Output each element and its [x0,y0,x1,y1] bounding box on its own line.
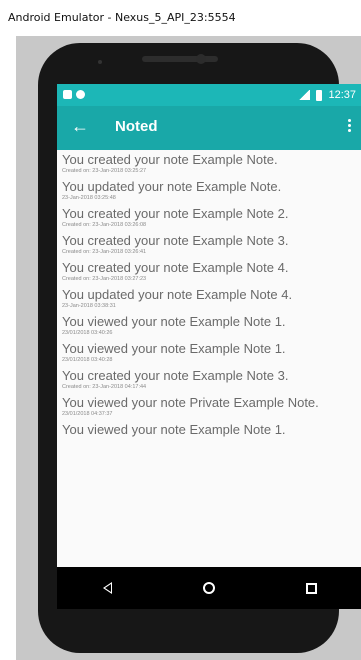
phone-sensor [196,54,206,64]
status-time: 12:37 [328,89,356,101]
window-title: Android Emulator - Nexus_5_API_23:5554 [0,0,361,36]
activity-text: You created your note Example Note. [62,152,278,167]
list-item[interactable]: You updated your note Example Note. 23-J… [57,177,361,204]
status-bar: 12:37 [57,84,361,106]
notification-icon [76,90,85,99]
activity-text: You viewed your note Private Example Not… [62,395,319,410]
activity-text: You updated your note Example Note. [62,179,282,194]
battery-icon [316,89,323,101]
activity-text: You viewed your note Example Note 1. [62,341,286,356]
activity-meta: 23/01/2018 03:40:28 [62,357,113,363]
activity-meta: 23-Jan-2018 03:25:48 [62,195,116,201]
app-title: Noted [115,118,158,135]
list-item[interactable]: You updated your note Example Note 4. 23… [57,285,361,312]
activity-text: You created your note Example Note 3. [62,368,289,383]
list-item[interactable]: You viewed your note Example Note 1. 23/… [57,339,361,366]
activity-text: You viewed your note Example Note 1. [62,314,286,329]
activity-list[interactable]: You created your note Example Note. Crea… [57,150,361,564]
phone-speaker [142,56,218,62]
activity-meta: Created on: 23-Jan-2018 03:26:08 [62,222,147,228]
signal-icon [298,90,311,100]
activity-meta: 23/01/2018 03:40:26 [62,330,113,336]
activity-meta: 23-Jan-2018 03:38:31 [62,303,116,309]
list-item[interactable]: You created your note Example Note 3. Cr… [57,231,361,258]
list-item[interactable]: You viewed your note Example Note 1. [57,420,361,440]
list-item[interactable]: You viewed your note Private Example Not… [57,393,361,420]
phone-camera [98,60,102,64]
list-item[interactable]: You created your note Example Note 2. Cr… [57,204,361,231]
nav-recents-icon[interactable] [305,582,317,594]
list-item[interactable]: You created your note Example Note 4. Cr… [57,258,361,285]
overflow-menu-icon[interactable] [344,117,354,137]
activity-meta: Created on: 23-Jan-2018 03:25:27 [62,168,147,174]
list-item[interactable]: You created your note Example Note 3. Cr… [57,366,361,393]
nav-home-icon[interactable] [202,582,215,594]
list-item[interactable]: You viewed your note Example Note 1. 23/… [57,312,361,339]
activity-text: You created your note Example Note 2. [62,206,289,221]
activity-text: You created your note Example Note 3. [62,233,289,248]
activity-meta: Created on: 23-Jan-2018 03:27:23 [62,276,147,282]
activity-text: You viewed your note Example Note 1. [62,422,286,437]
activity-text: You created your note Example Note 4. [62,260,289,275]
device-screen: 12:37 ← Noted You created your note Exam… [57,84,361,609]
activity-meta: Created on: 23-Jan-2018 03:26:41 [62,249,147,255]
activity-meta: Created on: 23-Jan-2018 04:17:44 [62,384,147,390]
list-item[interactable]: You created your note Example Note. Crea… [57,150,361,177]
back-arrow-icon[interactable]: ← [71,116,89,136]
activity-meta: 23/01/2018 04:37:37 [62,411,113,417]
system-navigation-bar [57,567,361,609]
nav-back-icon[interactable] [102,582,112,594]
notification-icon [63,90,72,99]
app-bar: ← Noted [57,106,361,150]
activity-text: You updated your note Example Note 4. [62,287,293,302]
